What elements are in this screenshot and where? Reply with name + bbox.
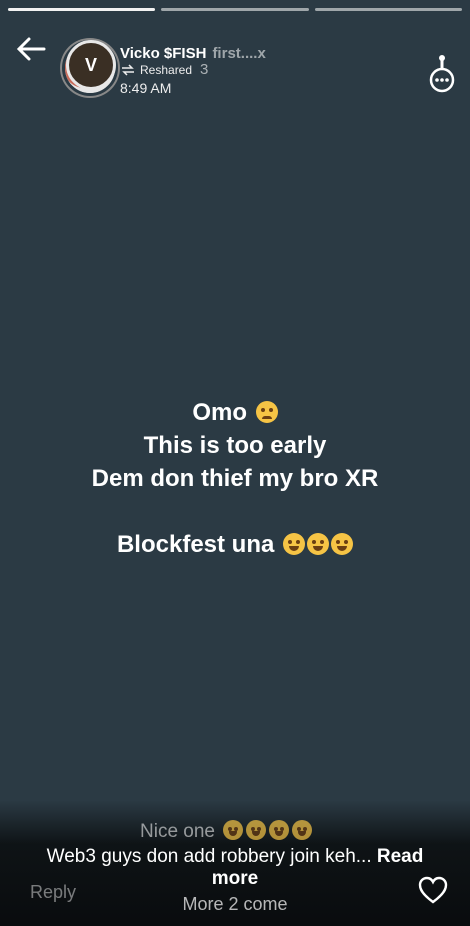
story-header: V Vicko $FISH first....x Reshared 3 8:49…	[0, 18, 470, 96]
status-line-3: Dem don thief my bro XR	[91, 465, 379, 492]
laughing-emoji-icon	[331, 533, 354, 555]
heart-icon[interactable]	[418, 876, 448, 904]
progress-segment	[8, 8, 156, 11]
sub-overlay: 3	[200, 61, 209, 78]
poster-name[interactable]: Vicko $FISH	[120, 46, 206, 62]
back-arrow-icon[interactable]	[14, 32, 48, 66]
laughing-emoji-icon	[283, 533, 306, 555]
laughing-emoji-icon	[269, 820, 290, 840]
reshare-icon	[122, 64, 134, 76]
post-time: 8:49 AM	[120, 80, 172, 96]
story-progress	[8, 8, 462, 11]
status-text: Omo This is too early Dem don thief my b…	[0, 396, 470, 561]
laughing-emoji-icon	[292, 820, 313, 840]
reshared-label: Reshared	[140, 63, 193, 77]
reply-preview: Nice one	[140, 820, 313, 843]
caption-text: Web3 guys don add robbery join keh...	[46, 846, 372, 867]
more-come-text: More 2 come	[182, 894, 288, 914]
status-line-2: This is too early	[143, 432, 327, 459]
laughing-emoji-icon	[246, 820, 267, 840]
poster-meta: Vicko $FISH first....x Reshared 3 8:49 A…	[120, 45, 266, 97]
status-line-1: Omo	[192, 399, 247, 426]
more-options-icon[interactable]	[428, 54, 456, 96]
crying-emoji-icon	[307, 533, 330, 555]
poster-name-overlay: first....x	[212, 45, 266, 62]
progress-segment	[161, 8, 309, 11]
caption: Web3 guys don add robbery join keh... Re…	[30, 846, 440, 890]
sad-emoji-icon	[255, 401, 278, 423]
laughing-emoji-icon	[223, 820, 244, 840]
status-line-4: Blockfest una	[116, 531, 275, 558]
reply-preview-text: Nice one	[140, 821, 215, 842]
progress-segment	[314, 8, 462, 11]
avatar-badge[interactable]: V	[66, 40, 116, 90]
